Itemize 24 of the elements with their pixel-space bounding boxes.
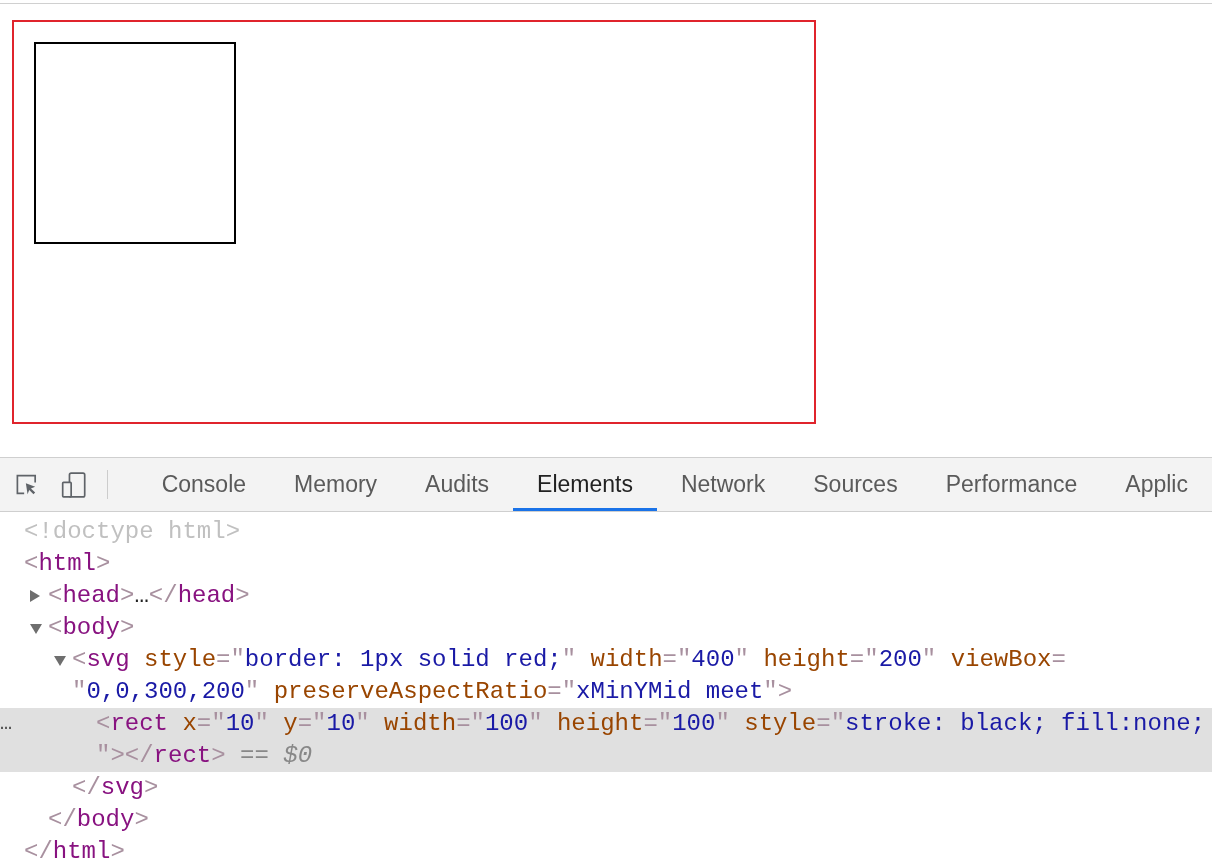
code-line: <rect x="10" y="10" width="100" height="100" style="stroke: black; fill:none; [96, 710, 1206, 737]
tab[interactable]: Applic [1101, 458, 1212, 511]
code-line: <!doctype html> [24, 518, 241, 545]
code-line: <svg style="border: 1px solid red;" width="400" height="200" viewBox= [72, 646, 1066, 673]
code-line: "></rect> == $0 [96, 742, 313, 769]
code-line: "0,0,300,200" preserveAspectRatio="xMinYMid meet"> [72, 678, 793, 705]
code-line: </html> [24, 838, 125, 865]
expanded-triangle-icon[interactable] [30, 624, 42, 634]
tab[interactable]: Elements [513, 458, 657, 511]
collapsed-triangle-icon[interactable] [30, 590, 40, 602]
tab[interactable]: Sources [789, 458, 922, 511]
code-line: <html> [24, 550, 111, 577]
code-line: </svg> [72, 774, 159, 801]
tab[interactable]: Console [137, 458, 271, 511]
code-line: <body> [48, 614, 135, 641]
code-line: </body> [48, 806, 149, 833]
tab[interactable]: Audits [401, 458, 514, 511]
row-menu-ellipsis[interactable]: … [0, 708, 12, 740]
expanded-triangle-icon[interactable] [54, 656, 66, 666]
tab[interactable]: Performance [921, 458, 1102, 511]
code-line: <head>…</head> [48, 582, 250, 609]
tab[interactable]: Memory [270, 458, 402, 511]
selected-row[interactable]: <rect x="10" y="10" width="100" height="100" style="stroke: black; fill:none; "></rect> == $0 … [0, 708, 1212, 772]
tab[interactable]: Network [656, 458, 790, 511]
